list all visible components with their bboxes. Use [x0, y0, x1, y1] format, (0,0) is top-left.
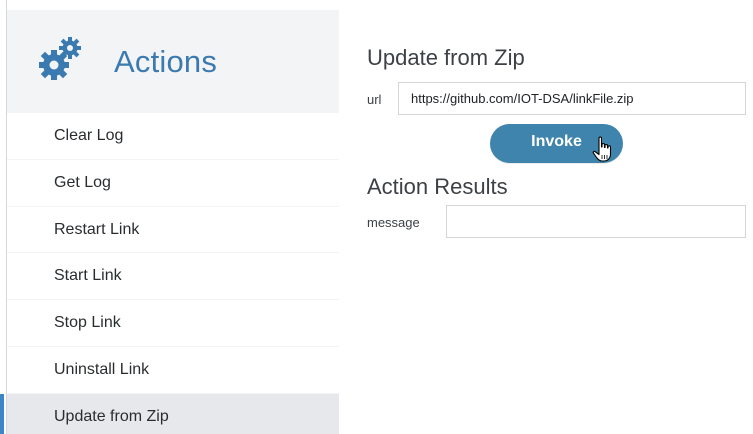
- sidebar-item-label: Update from Zip: [54, 407, 169, 425]
- sidebar-item-get-log[interactable]: Get Log: [7, 159, 339, 206]
- sidebar-item-label: Restart Link: [54, 220, 140, 238]
- results-title: Action Results: [367, 174, 508, 199]
- sidebar-item-update-from-zip[interactable]: Update from Zip: [0, 393, 339, 434]
- sidebar-item-label: Clear Log: [54, 127, 124, 144]
- sidebar-header: Actions: [7, 10, 339, 112]
- sidebar-item-clear-log[interactable]: Clear Log: [7, 113, 339, 159]
- sidebar-item-uninstall-link[interactable]: Uninstall Link: [7, 346, 339, 393]
- url-label: url: [367, 92, 382, 107]
- sidebar-item-stop-link[interactable]: Stop Link: [7, 300, 339, 346]
- message-label: message: [367, 215, 420, 230]
- pointer-hand-icon: [592, 136, 612, 162]
- sidebar-item-start-link[interactable]: Start Link: [7, 253, 339, 300]
- message-field[interactable]: [446, 205, 746, 238]
- sidebar-item-restart-link[interactable]: Restart Link: [7, 206, 339, 253]
- sidebar-item-label: Start Link: [54, 267, 122, 285]
- sidebar-item-label: Get Log: [54, 173, 111, 191]
- gear-icon: [39, 37, 81, 80]
- sidebar-item-label: Stop Link: [54, 314, 121, 332]
- sidebar-title: Actions: [114, 44, 218, 79]
- action-title: Update from Zip: [367, 45, 525, 70]
- app-window: Actions Clear Log Get Log Restart Link S…: [0, 0, 753, 434]
- sidebar: Actions Clear Log Get Log Restart Link S…: [0, 10, 339, 434]
- action-panel: Update from Zip url Invoke Action Result…: [339, 10, 753, 434]
- sidebar-item-label: Uninstall Link: [54, 360, 150, 378]
- url-input[interactable]: [398, 82, 746, 115]
- sidebar-action-list: Clear Log Get Log Restart Link Start Lin…: [0, 113, 339, 434]
